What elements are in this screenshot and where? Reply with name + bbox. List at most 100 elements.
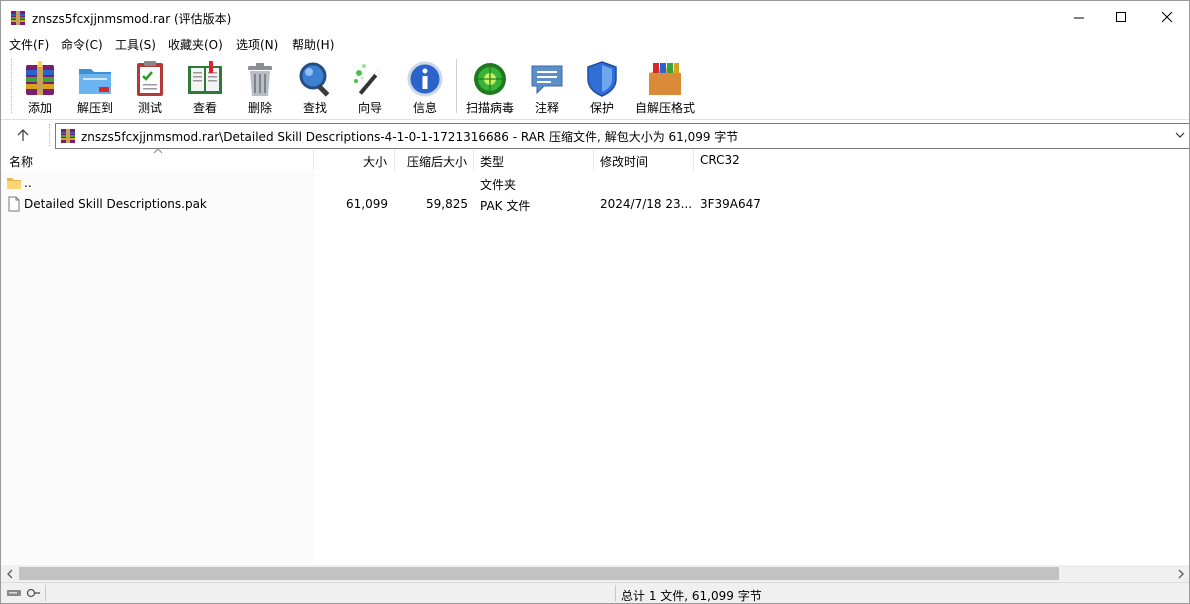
table-row[interactable]: .. 文件夹	[1, 173, 1189, 193]
shield-icon	[587, 61, 617, 97]
menu-favorites[interactable]: 收藏夹(O)	[168, 36, 223, 53]
comment-icon	[531, 65, 563, 95]
menu-tools[interactable]: 工具(S)	[115, 36, 156, 53]
find-label: 查找	[302, 101, 327, 115]
extract-to-label: 解压到	[76, 101, 113, 115]
sort-ascending-icon	[153, 148, 163, 154]
info-label: 信息	[412, 101, 437, 115]
view-button[interactable]: 查看	[177, 57, 233, 115]
test-button[interactable]: 测试	[122, 57, 178, 115]
delete-button[interactable]: 删除	[232, 57, 288, 115]
chevron-left-icon	[6, 569, 12, 578]
window-title: znszs5fcxjjnmsmod.rar (评估版本)	[32, 12, 232, 26]
column-packed[interactable]: 压缩后大小	[407, 153, 467, 170]
winrar-window: znszs5fcxjjnmsmod.rar (评估版本) 文件(F) 命令(C)…	[0, 0, 1190, 604]
winrar-icon	[11, 11, 25, 25]
menu-bar: 文件(F) 命令(C) 工具(S) 收藏夹(O) 选项(N) 帮助(H)	[1, 34, 1189, 54]
toolbar-separator	[456, 59, 457, 113]
sfx-button[interactable]: 自解压格式	[629, 57, 701, 115]
scroll-right-button[interactable]	[1172, 565, 1189, 582]
protect-label: 保护	[589, 101, 614, 115]
info-button[interactable]: 信息	[397, 57, 453, 115]
menu-file[interactable]: 文件(F)	[9, 36, 49, 53]
add-archive-icon	[26, 61, 54, 95]
up-level-button[interactable]	[8, 123, 38, 147]
wizard-button[interactable]: 向导	[342, 57, 398, 115]
maximize-icon	[1115, 12, 1126, 22]
file-type: 文件夹	[480, 178, 517, 192]
sfx-box-icon	[649, 63, 681, 95]
address-separator	[49, 124, 51, 146]
find-button[interactable]: 查找	[287, 57, 343, 115]
magnifier-icon	[299, 62, 330, 97]
column-divider[interactable]	[473, 150, 474, 170]
status-summary: 总计 1 文件, 61,099 字节	[621, 589, 762, 603]
view-label: 查看	[192, 101, 217, 115]
virus-scan-button[interactable]: 扫描病毒	[462, 57, 518, 115]
column-name[interactable]: 名称	[9, 153, 33, 170]
folder-icon	[7, 178, 21, 189]
column-size[interactable]: 大小	[363, 153, 387, 170]
menu-options[interactable]: 选项(N)	[236, 36, 278, 53]
file-crc: 3F39A647	[700, 197, 761, 211]
comment-label: 注释	[534, 101, 559, 115]
wizard-wand-icon	[354, 64, 382, 95]
extract-to-button[interactable]: 解压到	[67, 57, 123, 115]
chevron-down-icon[interactable]	[1175, 130, 1185, 140]
scroll-thumb[interactable]	[19, 567, 1059, 580]
column-crc[interactable]: CRC32	[700, 153, 740, 167]
toolbar: 添加 解压到 测试 查看 删除 查找 向导 信息 扫描病毒 注释 保护 自解压格…	[1, 55, 1189, 118]
test-label: 测试	[137, 101, 162, 115]
file-icon	[8, 196, 20, 212]
table-row[interactable]: Detailed Skill Descriptions.pak 61,099 5…	[1, 194, 1189, 214]
title-bar: znszs5fcxjjnmsmod.rar (评估版本)	[1, 1, 1189, 34]
sfx-label: 自解压格式	[634, 101, 695, 115]
close-icon	[1161, 12, 1172, 23]
status-bar: 总计 1 文件, 61,099 字节	[1, 582, 1189, 603]
file-name: Detailed Skill Descriptions.pak	[24, 197, 207, 211]
comment-button[interactable]: 注释	[519, 57, 575, 115]
close-button[interactable]	[1144, 1, 1189, 34]
address-field[interactable]: znszs5fcxjjnmsmod.rar\Detailed Skill Des…	[55, 123, 1189, 149]
menu-commands[interactable]: 命令(C)	[61, 36, 103, 53]
column-type[interactable]: 类型	[480, 153, 504, 170]
maximize-button[interactable]	[1098, 1, 1144, 34]
delete-label: 删除	[247, 101, 272, 115]
status-separator	[45, 585, 46, 601]
wizard-label: 向导	[357, 101, 382, 115]
trash-icon	[248, 63, 272, 96]
file-size: 61,099	[346, 197, 388, 211]
file-type: PAK 文件	[480, 199, 531, 213]
protect-button[interactable]: 保护	[574, 57, 630, 115]
column-modified[interactable]: 修改时间	[600, 153, 648, 170]
winrar-archive-icon	[61, 129, 75, 143]
file-list: 名称 大小 压缩后大小 类型 修改时间 CRC32 .. 文件夹 Detaile…	[1, 148, 1189, 565]
test-clipboard-icon	[137, 61, 163, 96]
address-path: znszs5fcxjjnmsmod.rar\Detailed Skill Des…	[81, 130, 739, 144]
column-divider[interactable]	[394, 150, 395, 170]
column-header: 名称 大小 压缩后大小 类型 修改时间 CRC32	[1, 148, 1189, 170]
minimize-button[interactable]	[1056, 1, 1102, 34]
file-name: ..	[24, 176, 32, 190]
drive-key-icon[interactable]	[6, 586, 42, 600]
up-arrow-icon	[17, 129, 29, 141]
add-label: 添加	[27, 101, 52, 115]
scroll-left-button[interactable]	[1, 565, 18, 582]
chevron-right-icon	[1178, 569, 1184, 578]
status-separator	[615, 585, 616, 601]
add-button[interactable]: 添加	[12, 57, 68, 115]
column-divider[interactable]	[313, 150, 314, 170]
view-book-icon	[188, 61, 222, 94]
file-modified: 2024/7/18 23...	[600, 197, 693, 211]
virus-scan-icon	[474, 63, 506, 95]
address-bar: znszs5fcxjjnmsmod.rar\Detailed Skill Des…	[1, 119, 1189, 150]
extract-folder-icon	[79, 69, 111, 94]
file-packed-size: 59,825	[426, 197, 468, 211]
virus-scan-label: 扫描病毒	[465, 101, 514, 115]
horizontal-scrollbar[interactable]	[1, 565, 1189, 582]
column-divider[interactable]	[693, 150, 694, 170]
info-icon	[407, 61, 443, 97]
menu-help[interactable]: 帮助(H)	[292, 36, 334, 53]
column-divider[interactable]	[593, 150, 594, 170]
minimize-icon	[1073, 17, 1084, 19]
